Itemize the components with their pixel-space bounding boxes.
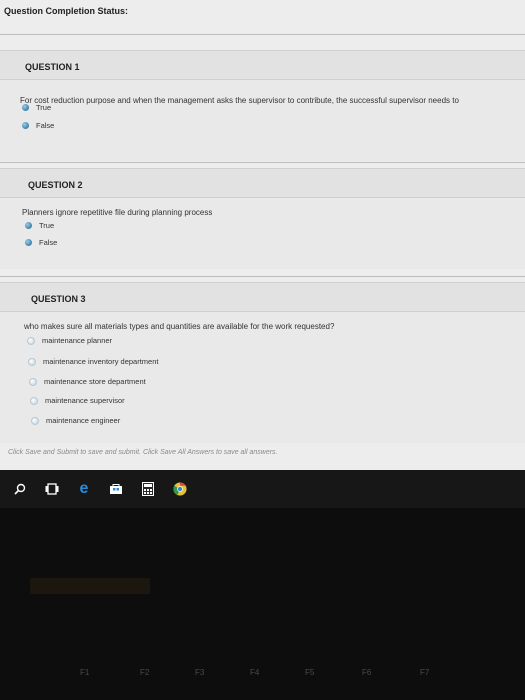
option-label: maintenance inventory department [43,357,159,366]
browser-content: Question Completion Status: QUESTION 1 F… [0,0,525,470]
question-3-option-5[interactable]: maintenance engineer [31,416,120,425]
question-1-panel: QUESTION 1 For cost reduction purpose an… [0,50,525,161]
question-2-option-true[interactable]: True [25,221,54,230]
edge-icon[interactable]: e [77,481,91,497]
question-2-panel: QUESTION 2 Planners ignore repetitive fi… [0,168,525,269]
fkey-label: F3 [195,668,205,677]
divider [0,162,525,163]
question-3-option-4[interactable]: maintenance supervisor [30,396,125,405]
fkey-label: F4 [250,668,260,677]
option-label: False [36,121,55,130]
save-instructions: Click Save and Submit to save and submit… [8,449,278,456]
fkey-label: F7 [420,668,430,677]
option-label: maintenance supervisor [45,396,125,405]
radio-button[interactable] [22,104,29,111]
completion-status-label: Question Completion Status: [4,6,129,16]
option-label: False [39,238,58,247]
question-1-title: QUESTION 1 [25,62,80,72]
question-1-option-false[interactable]: False [22,121,54,130]
function-key-row: F1 F2 F3 F4 F5 F6 F7 [0,668,525,688]
question-2-title: QUESTION 2 [28,180,83,190]
option-label: maintenance engineer [46,416,121,425]
fkey-label: F1 [80,668,90,677]
fkey-label: F5 [305,668,315,677]
question-2-option-false[interactable]: False [25,238,57,247]
calculator-icon[interactable] [141,482,155,496]
option-label: True [36,103,52,112]
question-3-text: who makes sure all materials types and q… [24,322,335,331]
screen-reflection [30,578,150,594]
store-icon[interactable] [109,482,123,496]
option-label: maintenance store department [44,377,146,386]
radio-button[interactable] [27,336,35,345]
question-3-option-2[interactable]: maintenance inventory department [28,357,159,366]
option-label: maintenance planner [42,336,113,345]
radio-button[interactable] [31,416,39,425]
fkey-label: F6 [362,668,372,677]
radio-button[interactable] [25,239,32,246]
question-3-title: QUESTION 3 [31,294,86,304]
question-2-text: Planners ignore repetitive file during p… [22,208,213,217]
question-3-option-3[interactable]: maintenance store department [29,377,146,386]
radio-button[interactable] [29,377,37,386]
radio-button[interactable] [22,122,29,129]
question-3-option-1[interactable]: maintenance planner [27,336,112,345]
task-view-icon[interactable] [45,482,59,496]
option-label: True [39,221,55,230]
question-3-panel: QUESTION 3 who makes sure all materials … [0,282,525,443]
divider [0,34,525,35]
taskbar: e [0,470,525,508]
radio-button[interactable] [25,222,32,229]
radio-button[interactable] [30,396,38,405]
divider [0,276,525,277]
chrome-icon[interactable] [173,482,187,496]
search-icon[interactable] [13,482,27,496]
question-1-option-true[interactable]: True [22,103,51,112]
question-1-text: For cost reduction purpose and when the … [20,96,459,105]
fkey-label: F2 [140,668,150,677]
radio-button[interactable] [28,357,36,366]
